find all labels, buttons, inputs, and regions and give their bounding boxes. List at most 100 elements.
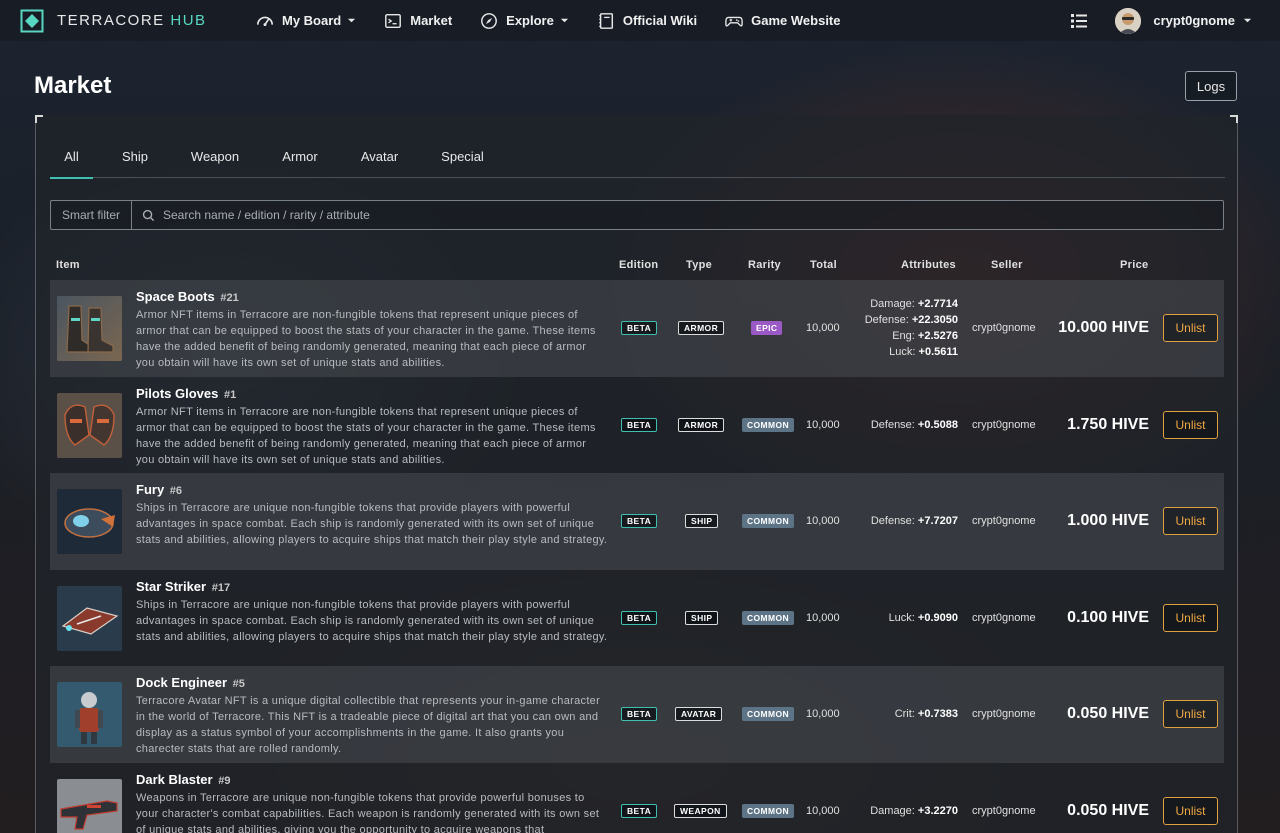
item-thumbnail[interactable]: [57, 489, 122, 554]
user-name[interactable]: crypt0gnome: [1153, 13, 1235, 28]
col-attributes[interactable]: Attributes: [901, 259, 956, 271]
col-item[interactable]: Item: [56, 259, 80, 271]
attribute: Damage: +3.2270: [870, 803, 958, 819]
smart-filter-button[interactable]: Smart filter: [50, 200, 131, 230]
gamepad-icon: [725, 16, 743, 26]
edition-badge: BETA: [621, 610, 658, 625]
type-badge: AVATAR: [675, 707, 723, 721]
top-navbar: TERRACORE HUB My Board Market Explore Of…: [0, 0, 1280, 41]
col-total[interactable]: Total: [810, 259, 837, 271]
market-table: Space Boots #21 Armor NFT items in Terra…: [50, 280, 1224, 833]
unlist-button[interactable]: Unlist: [1163, 314, 1218, 342]
user-avatar[interactable]: [1115, 7, 1142, 34]
col-seller[interactable]: Seller: [991, 259, 1023, 271]
chevron-down-icon[interactable]: [1243, 16, 1252, 25]
tab-special[interactable]: Special: [412, 135, 513, 178]
brand-name-main: TERRACORE: [57, 12, 165, 29]
item-price: 1.000 HIVE: [1067, 512, 1149, 529]
tab-armor[interactable]: Armor: [253, 135, 347, 178]
nav-market[interactable]: Market: [384, 12, 452, 30]
table-row[interactable]: Dock Engineer #5 Terracore Avatar NFT is…: [50, 666, 1224, 763]
item-edition-number: #9: [218, 774, 231, 787]
item-name[interactable]: Star Striker #17: [136, 579, 230, 594]
attribute-value: +0.5611: [918, 346, 958, 358]
seller-name[interactable]: crypt0gnome: [972, 515, 1036, 527]
unlist-button[interactable]: Unlist: [1163, 507, 1218, 535]
attribute-value: +0.5088: [917, 418, 958, 431]
table-row[interactable]: Space Boots #21 Armor NFT items in Terra…: [50, 280, 1224, 377]
seller-name[interactable]: crypt0gnome: [972, 612, 1036, 624]
attributes-list: Defense: +0.5088: [871, 377, 958, 473]
col-price[interactable]: Price: [1120, 259, 1148, 271]
nav-explore[interactable]: Explore: [480, 12, 569, 30]
nav-official-wiki-label: Official Wiki: [622, 13, 698, 28]
brand[interactable]: TERRACORE HUB: [20, 9, 250, 33]
terminal-icon: [385, 13, 402, 28]
item-name[interactable]: Dark Blaster #9: [136, 772, 230, 787]
seller-name[interactable]: crypt0gnome: [972, 322, 1036, 334]
seller-name[interactable]: crypt0gnome: [972, 805, 1036, 817]
search-input[interactable]: [163, 208, 1223, 222]
item-thumbnail[interactable]: [57, 392, 122, 458]
unlist-button[interactable]: Unlist: [1163, 603, 1218, 632]
nav-game-website-label: Game Website: [751, 13, 841, 28]
seller-name[interactable]: crypt0gnome: [972, 708, 1036, 720]
col-edition[interactable]: Edition: [619, 259, 658, 271]
col-rarity[interactable]: Rarity: [748, 259, 781, 271]
tab-all[interactable]: All: [50, 135, 93, 179]
item-edition-number: #6: [169, 485, 183, 497]
item-name[interactable]: Dock Engineer #5: [136, 675, 245, 690]
item-thumbnail[interactable]: [57, 296, 122, 361]
item-description: Armor NFT items in Terracore are non-fun…: [136, 309, 596, 369]
unlist-button[interactable]: Unlist: [1163, 700, 1218, 728]
search-icon: [142, 209, 155, 221]
attribute-value: +2.7714: [917, 298, 958, 310]
item-name[interactable]: Space Boots #21: [136, 289, 239, 304]
col-type[interactable]: Type: [686, 259, 712, 271]
attribute-value: +2.5276: [917, 330, 958, 342]
unlist-button[interactable]: Unlist: [1163, 796, 1218, 825]
table-row[interactable]: Dark Blaster #9 Weapons in Terracore are…: [50, 763, 1224, 833]
nav-right-group: crypt0gnome: [1069, 7, 1252, 34]
list-toggle-button[interactable]: [1069, 11, 1089, 31]
table-row[interactable]: Pilots Gloves #1 Armor NFT items in Terr…: [50, 377, 1224, 474]
nav-my-board[interactable]: My Board: [256, 12, 356, 30]
logs-button[interactable]: Logs: [1185, 71, 1237, 101]
item-thumbnail[interactable]: [57, 778, 122, 833]
total-supply: 10,000: [806, 322, 840, 334]
item-name[interactable]: Fury #6: [136, 482, 182, 497]
item-name[interactable]: Pilots Gloves #1: [136, 386, 236, 401]
attribute-value: +3.2270: [917, 804, 958, 817]
terracore-logo-icon: [20, 9, 44, 33]
total-supply: 10,000: [806, 418, 840, 431]
nav-official-wiki[interactable]: Official Wiki: [597, 12, 697, 30]
attribute: Crit: +0.7383: [895, 706, 958, 722]
item-thumbnail[interactable]: [57, 585, 122, 651]
table-row[interactable]: Star Striker #17 Ships in Terracore are …: [50, 570, 1224, 667]
search-box[interactable]: [131, 200, 1224, 230]
attribute: Defense: +22.3050: [865, 312, 958, 328]
item-thumbnail[interactable]: [57, 682, 122, 747]
table-header: Item Edition Type Rarity Total Attribute…: [50, 255, 1224, 275]
unlist-button[interactable]: Unlist: [1163, 410, 1218, 439]
seller-name[interactable]: crypt0gnome: [972, 419, 1036, 431]
chevron-down-icon: [560, 18, 568, 23]
speedometer-icon: [256, 16, 274, 26]
edition-badge: BETA: [621, 707, 658, 721]
item-description: Weapons in Terracore are unique non-fung…: [136, 791, 600, 833]
edition-badge: BETA: [621, 417, 658, 432]
list-icon: [1071, 13, 1088, 28]
nav-game-website[interactable]: Game Website: [725, 12, 841, 30]
attribute: Defense: +7.7207: [871, 513, 958, 529]
tab-weapon[interactable]: Weapon: [177, 135, 253, 178]
item-description: Armor NFT items in Terracore are non-fun…: [136, 405, 596, 466]
item-edition-number: #1: [224, 388, 237, 401]
tab-ship[interactable]: Ship: [93, 135, 177, 178]
brand-name: TERRACORE HUB: [57, 12, 207, 29]
table-row[interactable]: Fury #6 Ships in Terracore are unique no…: [50, 473, 1224, 570]
tab-avatar[interactable]: Avatar: [347, 135, 412, 178]
rarity-badge: COMMON: [742, 610, 795, 625]
item-name-text: Dock Engineer: [136, 675, 228, 690]
item-name-text: Star Striker: [136, 578, 207, 594]
total-supply: 10,000: [806, 804, 840, 817]
